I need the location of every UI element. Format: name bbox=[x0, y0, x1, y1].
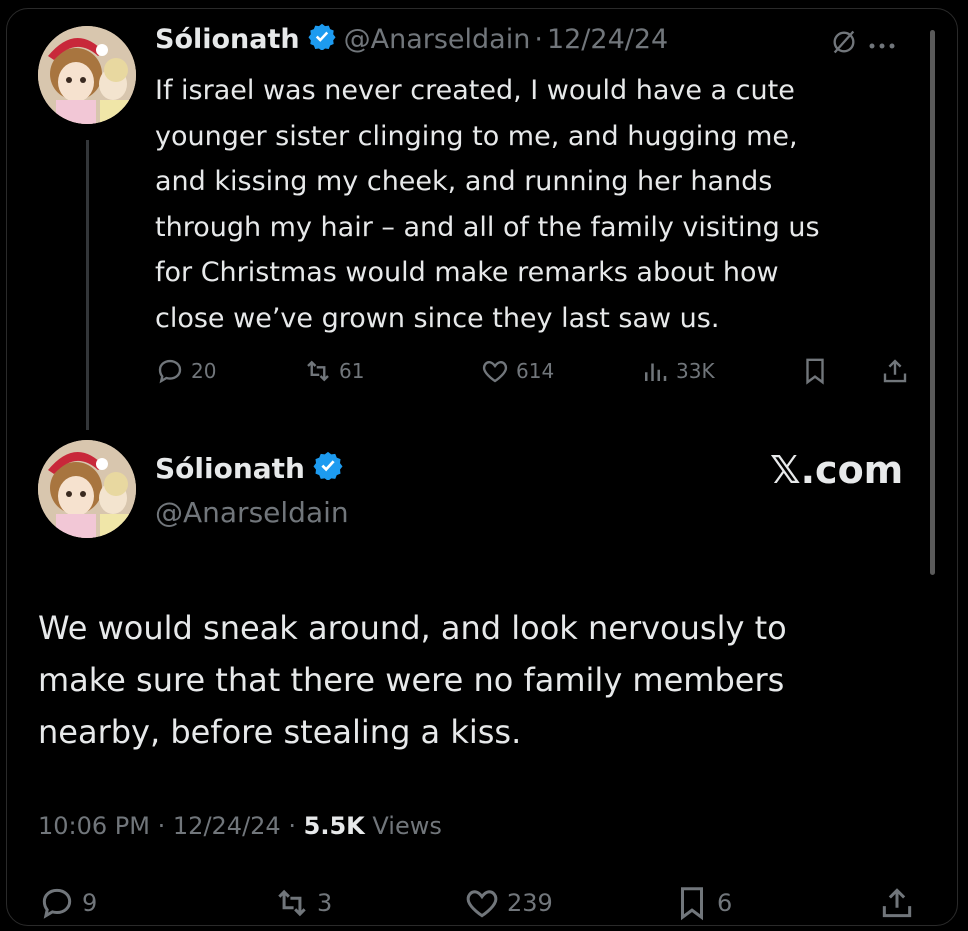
views-button[interactable]: 33K bbox=[640, 356, 715, 386]
thread-line bbox=[86, 140, 89, 430]
like-icon bbox=[482, 361, 508, 383]
reply-icon bbox=[158, 359, 182, 384]
verified-badge-icon bbox=[313, 450, 343, 487]
quoted-action-bar: 20 61 614 33K bbox=[155, 352, 915, 388]
display-name[interactable]: Sólionath bbox=[155, 452, 305, 485]
repost-icon bbox=[278, 889, 306, 917]
handle[interactable]: @Anarseldain bbox=[344, 24, 531, 55]
repost-button[interactable]: 61 bbox=[303, 356, 364, 386]
post-meta: 10:06 PM · 12/24/24 · 5.5K Views bbox=[38, 812, 442, 840]
grok-icon[interactable] bbox=[830, 28, 858, 60]
like-button[interactable]: 614 bbox=[480, 356, 554, 386]
repost-icon bbox=[307, 360, 329, 382]
quoted-post-text: If israel was never created, I would hav… bbox=[155, 75, 820, 334]
main-post-text: We would sneak around, and look nervousl… bbox=[38, 609, 787, 751]
separator: · bbox=[288, 812, 296, 840]
share-icon[interactable] bbox=[880, 356, 910, 386]
more-icon[interactable] bbox=[868, 36, 896, 55]
repost-button[interactable]: 3 bbox=[273, 884, 332, 922]
quoted-author-row: Sólionath @Anarseldain · 12/24/24 bbox=[155, 22, 668, 57]
views-count: 33K bbox=[676, 359, 715, 383]
verified-badge-icon bbox=[308, 22, 336, 57]
display-name[interactable]: Sólionath bbox=[155, 24, 300, 55]
reply-button[interactable]: 9 bbox=[38, 884, 97, 922]
separator: · bbox=[157, 812, 166, 840]
like-icon bbox=[466, 890, 498, 918]
handle[interactable]: @Anarseldain bbox=[155, 496, 349, 529]
views-label: Views bbox=[372, 812, 442, 840]
bookmark-icon bbox=[680, 887, 704, 921]
views-count: 5.5K bbox=[303, 812, 365, 840]
reply-count: 20 bbox=[191, 359, 217, 383]
share-icon[interactable] bbox=[878, 884, 916, 922]
avatar[interactable] bbox=[38, 26, 136, 124]
repost-count: 61 bbox=[339, 359, 365, 383]
avatar[interactable] bbox=[38, 440, 136, 538]
reply-count: 9 bbox=[82, 889, 98, 917]
like-count: 239 bbox=[507, 889, 553, 917]
reply-icon bbox=[42, 888, 72, 919]
bookmark-button[interactable]: 6 bbox=[673, 884, 732, 922]
bookmark-count: 6 bbox=[717, 889, 733, 917]
post-date[interactable]: 12/24/24 bbox=[173, 812, 281, 840]
separator: · bbox=[534, 24, 543, 55]
views-icon bbox=[645, 363, 667, 381]
repost-count: 3 bbox=[317, 889, 333, 917]
main-action-bar: 9 3 239 6 bbox=[38, 884, 928, 924]
like-count: 614 bbox=[516, 359, 555, 383]
bookmark-icon[interactable] bbox=[800, 356, 830, 386]
main-author-row: Sólionath bbox=[155, 450, 343, 487]
reply-button[interactable]: 20 bbox=[155, 356, 216, 386]
scrollbar[interactable] bbox=[930, 30, 935, 575]
post-date[interactable]: 12/24/24 bbox=[547, 24, 668, 55]
post-time[interactable]: 10:06 PM bbox=[38, 812, 150, 840]
like-button[interactable]: 239 bbox=[463, 884, 553, 922]
site-label: 𝕏.com bbox=[770, 448, 904, 492]
